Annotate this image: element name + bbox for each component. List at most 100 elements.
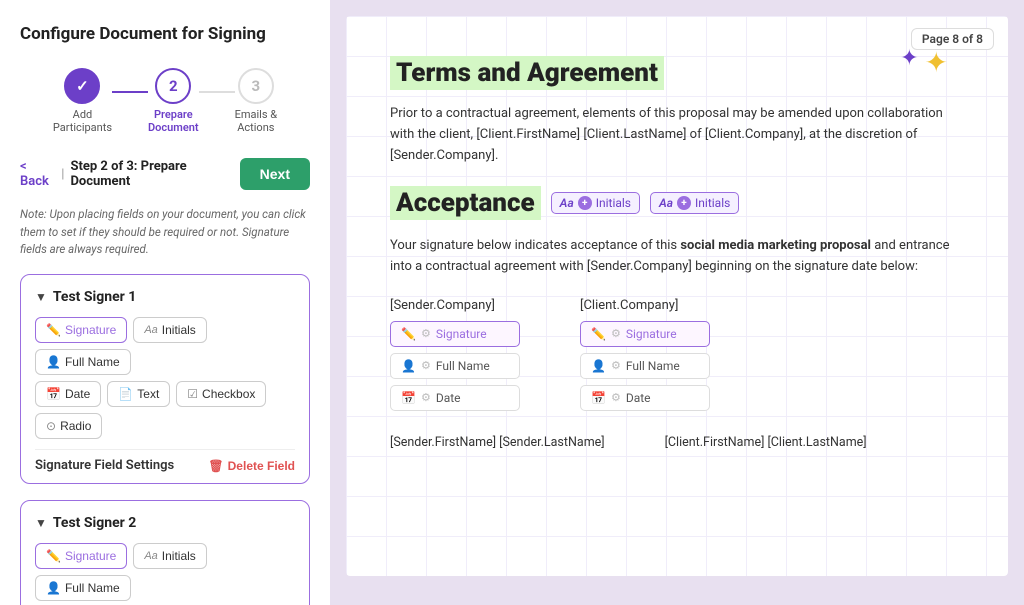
sparkle-icon-1: ✦	[900, 46, 918, 79]
stepper: ✓ AddParticipants 2 PrepareDocument 3 Em…	[20, 68, 310, 134]
person-icon-sender: 👤	[401, 359, 416, 373]
gear-icon-client: ⚙	[611, 327, 621, 340]
calendar-icon-client: 📅	[591, 391, 606, 405]
step-2-label: PrepareDocument	[148, 108, 199, 134]
terms-para: Prior to a contractual agreement, elemen…	[390, 104, 964, 166]
signer-2-initials-btn[interactable]: Aa Initials	[133, 543, 206, 569]
initials-tag-2[interactable]: Aa + Initials	[650, 192, 739, 214]
sender-company-label: [Sender.Company]	[390, 298, 520, 313]
step-label: Step 2 of 3: Prepare Document	[70, 159, 233, 189]
checkbox-icon: ☑	[187, 387, 198, 401]
acceptance-para: Your signature below indicates acceptanc…	[390, 236, 964, 278]
step-2: 2 PrepareDocument	[148, 68, 199, 134]
client-date-label: Date	[626, 391, 651, 405]
sidebar-title: Configure Document for Signing	[20, 24, 310, 44]
signer-1-fn-label: Full Name	[65, 355, 120, 369]
signer-1-title: Test Signer 1	[53, 289, 136, 305]
pencil-icon-client: ✏️	[591, 327, 606, 341]
delete-field-label: Delete Field	[228, 459, 295, 473]
client-fullname-field[interactable]: 👤 ⚙ Full Name	[580, 353, 710, 379]
signer-1-initials-btn[interactable]: Aa Initials	[133, 317, 206, 343]
initials-tag-1[interactable]: Aa + Initials	[551, 192, 640, 214]
next-button[interactable]: Next	[240, 158, 310, 190]
sender-date-field[interactable]: 📅 ⚙ Date	[390, 385, 520, 411]
client-signature-field[interactable]: ✏️ ⚙ Signature	[580, 321, 710, 347]
signer-2-fullname-btn[interactable]: 👤 Full Name	[35, 575, 131, 601]
radio-icon: ⊙	[46, 419, 56, 433]
signer-1-text-btn[interactable]: 📄 Text	[107, 381, 170, 407]
plus-circle-2: +	[677, 196, 691, 210]
step-1-label: AddParticipants	[53, 108, 112, 134]
aa-tag-1: Aa	[560, 196, 574, 210]
sender-signature-field[interactable]: ✏️ ⚙ Signature	[390, 321, 520, 347]
sender-column: [Sender.Company] ✏️ ⚙ Signature 👤 ⚙ Full…	[390, 298, 520, 411]
person-icon-2: 👤	[46, 581, 61, 595]
field-settings-label: Signature Field Settings	[35, 458, 174, 473]
signer-2-signature-btn[interactable]: ✏️ Signature	[35, 543, 127, 569]
step-line-2	[199, 91, 235, 93]
client-date-field[interactable]: 📅 ⚙ Date	[580, 385, 710, 411]
step-line-1	[112, 91, 148, 93]
back-button[interactable]: < Back	[20, 159, 55, 189]
sender-sig-label: Signature	[436, 327, 487, 341]
signer-1-fullname-btn[interactable]: 👤 Full Name	[35, 349, 131, 375]
calendar-icon: 📅	[46, 387, 61, 401]
gear-icon-sender-date: ⚙	[421, 391, 431, 404]
acceptance-row: Acceptance Aa + Initials Aa + Initials	[390, 186, 964, 220]
signer-1-signature-btn[interactable]: ✏️ Signature	[35, 317, 127, 343]
step-2-circle: 2	[155, 68, 191, 104]
initials-tag-1-label: Initials	[596, 196, 631, 210]
gear-icon-sender-fn: ⚙	[421, 359, 431, 372]
pencil-icon-2: ✏️	[46, 549, 61, 563]
signer-1-section: ▼ Test Signer 1 ✏️ Signature Aa Initials…	[20, 274, 310, 484]
signer-1-fields-row2: 📅 Date 📄 Text ☑ Checkbox	[35, 381, 295, 407]
nav-row: < Back | Step 2 of 3: Prepare Document N…	[20, 158, 310, 190]
signer-2-title: Test Signer 2	[53, 515, 136, 531]
calendar-icon-sender: 📅	[401, 391, 416, 405]
acceptance-para-bold: social media marketing proposal	[680, 238, 871, 253]
pencil-icon-sender: ✏️	[401, 327, 416, 341]
signer-1-date-btn[interactable]: 📅 Date	[35, 381, 101, 407]
signer-1-checkbox-btn[interactable]: ☑ Checkbox	[176, 381, 266, 407]
acceptance-title: Acceptance	[390, 186, 541, 220]
plus-circle-1: +	[578, 196, 592, 210]
client-company-label: [Client.Company]	[580, 298, 710, 313]
document-page: Page 8 of 8 ✦ ✦ Terms and Agreement Prio…	[346, 16, 1008, 576]
sparkle-group: ✦ ✦	[900, 46, 948, 79]
signer-2-fn-label: Full Name	[65, 581, 120, 595]
aa-icon-2: Aa	[144, 550, 157, 562]
two-col: [Sender.Company] ✏️ ⚙ Signature 👤 ⚙ Full…	[390, 298, 964, 411]
sparkle-icon-2: ✦	[925, 46, 948, 79]
signer-1-text-label: Text	[137, 387, 159, 401]
sender-date-label: Date	[436, 391, 461, 405]
step-3: 3 Emails &Actions	[235, 68, 277, 134]
person-icon: 👤	[46, 355, 61, 369]
initials-tag-2-label: Initials	[695, 196, 730, 210]
sender-name-label: [Sender.FirstName] [Sender.LastName]	[390, 435, 605, 450]
delete-field-button[interactable]: 🗑 Delete Field	[208, 459, 295, 473]
sidebar: Configure Document for Signing ✓ AddPart…	[0, 0, 330, 605]
signer-1-radio-btn[interactable]: ⊙ Radio	[35, 413, 102, 439]
step-1: ✓ AddParticipants	[53, 68, 112, 134]
gear-icon-sender: ⚙	[421, 327, 431, 340]
signer-1-header: ▼ Test Signer 1	[35, 289, 295, 305]
signer-2-chevron[interactable]: ▼	[35, 516, 47, 530]
bottom-names: [Sender.FirstName] [Sender.LastName] [Cl…	[390, 435, 964, 450]
acceptance-para-prefix: Your signature below indicates acceptanc…	[390, 238, 680, 253]
client-name-label: [Client.FirstName] [Client.LastName]	[665, 435, 867, 450]
signer-2-ini-label: Initials	[162, 549, 196, 563]
client-fn-label: Full Name	[626, 359, 680, 373]
signer-2-header: ▼ Test Signer 2	[35, 515, 295, 531]
signer-1-sig-label: Signature	[65, 323, 116, 337]
aa-icon: Aa	[144, 324, 157, 336]
signer-1-chevron[interactable]: ▼	[35, 290, 47, 304]
gear-icon-client-fn: ⚙	[611, 359, 621, 372]
signer-1-radio-label: Radio	[60, 419, 91, 433]
sender-fullname-field[interactable]: 👤 ⚙ Full Name	[390, 353, 520, 379]
signer-1-cb-label: Checkbox	[202, 387, 255, 401]
client-column: [Client.Company] ✏️ ⚙ Signature 👤 ⚙ Full…	[580, 298, 710, 411]
signer-1-date-label: Date	[65, 387, 90, 401]
pencil-icon: ✏️	[46, 323, 61, 337]
step-3-label: Emails &Actions	[235, 108, 277, 134]
client-sig-label: Signature	[626, 327, 677, 341]
